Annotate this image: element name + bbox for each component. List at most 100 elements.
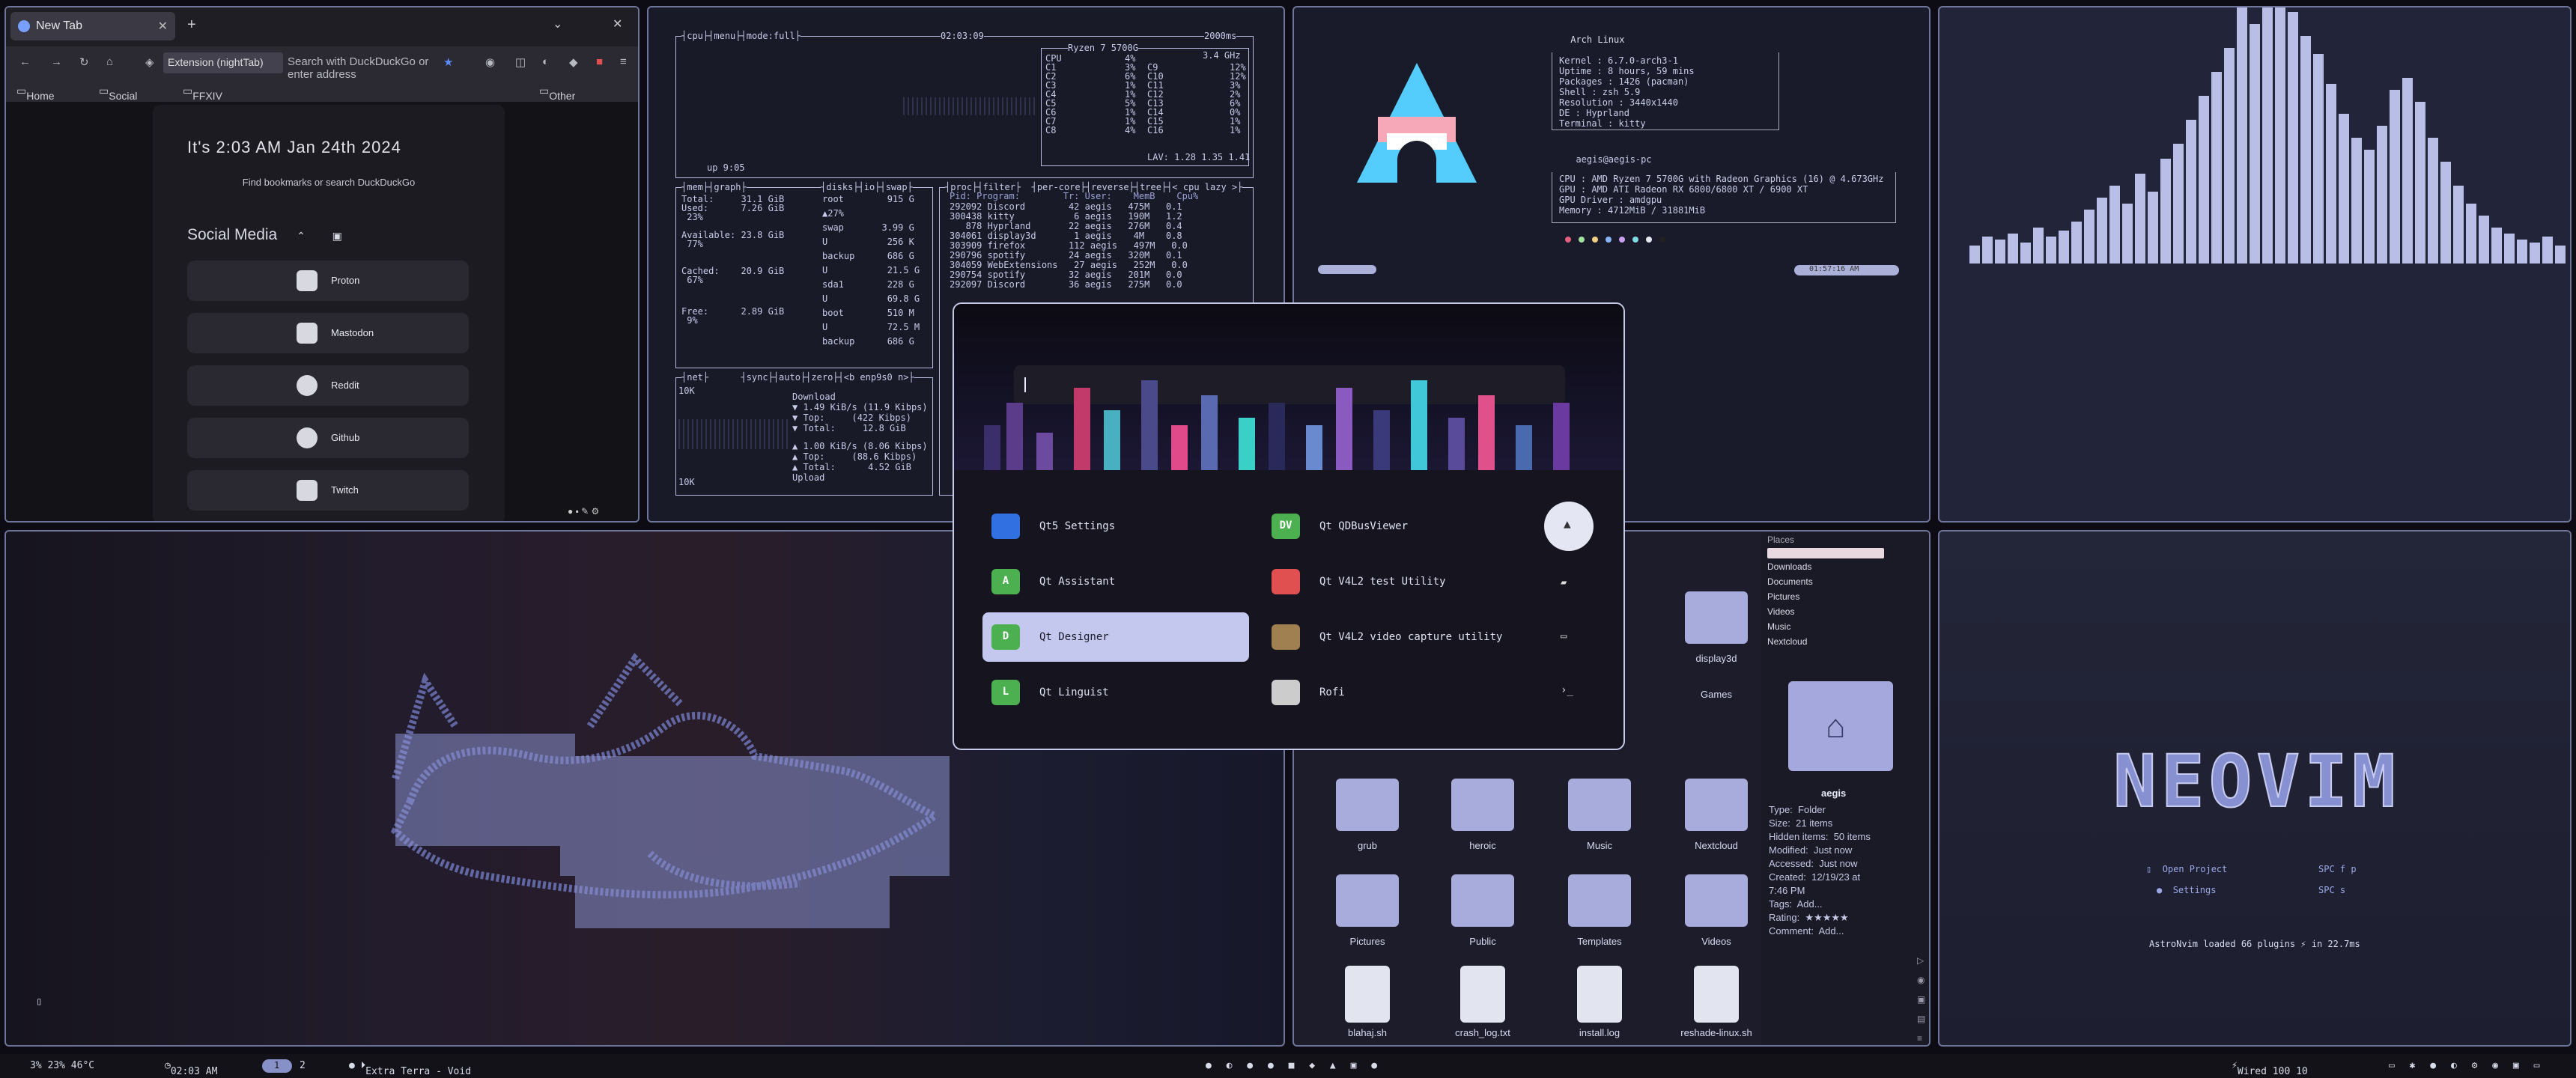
file-label[interactable]: Pictures [1311,936,1424,947]
vpn-icon[interactable]: ◐ [542,55,549,68]
media-player[interactable]: ● ⏵ Extra Terra - Void [349,1060,471,1077]
tray-icons[interactable]: ● ◐ ● ● ■ ◆ ▲ ▣ ● [1206,1060,1382,1071]
menu-icon[interactable]: ≡ [620,55,627,68]
link-mastodon[interactable]: Mastodon [187,313,469,353]
terminal-cursor[interactable]: ▯ [36,996,42,1008]
file-label[interactable]: Games [1660,689,1772,700]
forward-icon[interactable]: → [51,55,62,68]
file-label[interactable]: Nextcloud [1660,840,1772,851]
pocket-icon[interactable]: ◫ [515,55,526,69]
file-label[interactable]: Music [1543,840,1656,851]
collapse-icon[interactable]: ⌃ [297,230,306,242]
workspace-1[interactable]: 1 [262,1059,292,1073]
home-icon[interactable]: ⌂ [106,55,113,68]
file-label[interactable]: heroic [1427,840,1539,851]
folder-icon[interactable] [1568,779,1631,831]
building [1448,418,1465,470]
file-label[interactable]: Videos [1660,936,1772,947]
folder-icon[interactable] [1685,779,1748,831]
launcher-item[interactable]: D Qt Designer [982,612,1249,662]
folder-icon[interactable] [1451,874,1514,927]
launcher-item[interactable]: L Qt Linguist [982,668,1249,717]
bookmark-ffxiv[interactable]: ▭ FFXIV [183,85,222,102]
folder-icon[interactable] [1336,874,1399,927]
launcher-item[interactable]: DV Qt QDBusViewer [1263,502,1529,551]
other-bookmarks[interactable]: ▭ Other Bookmarks [539,85,601,114]
menu-settings[interactable]: ● Settings [2157,885,2216,895]
file-label[interactable]: reshade-linux.sh [1660,1027,1772,1038]
link-proton[interactable]: Proton [187,261,469,301]
net-tabs[interactable]: ┤net├ ┤sync├┤auto├┤zero├┤<b enp9s0 n>├ [681,373,914,383]
place-item[interactable]: Music [1767,621,1790,632]
file-label[interactable]: install.log [1543,1027,1656,1038]
system-stats[interactable]: 3% 23% 46°C [30,1060,94,1071]
group-menu-icon[interactable]: ▣ [332,230,342,242]
menu-open-project[interactable]: ▯ Open Project [2146,864,2227,874]
link-github[interactable]: Github [187,418,469,458]
link-reddit[interactable]: Reddit [187,365,469,406]
file-label[interactable]: grub [1311,840,1424,851]
addon-icon[interactable]: ■ [596,55,603,68]
file-icon[interactable] [1577,966,1622,1023]
place-item[interactable]: Documents [1767,576,1813,587]
url-input[interactable]: Search with DuckDuckGo or enter address [288,55,437,81]
close-tab-icon[interactable]: ✕ [158,19,168,34]
bookmark-home-server[interactable]: ▭ Home Server [16,85,57,114]
launcher-item[interactable]: A Qt Assistant [982,557,1249,606]
place-item[interactable]: Nextcloud [1767,636,1807,647]
tab-new-tab[interactable]: New Tab ✕ [10,12,175,40]
window-icon[interactable]: ▭ [1561,630,1567,642]
file-icon[interactable] [1460,966,1505,1023]
folder-icon[interactable]: ▰ [1561,576,1567,588]
search-hint[interactable]: Find bookmarks or search DuckDuckGo [153,177,505,188]
system-tray[interactable]: ▭ ✱ ● ◐ ⚙ ◉ ▣ ▭ [2389,1060,2544,1071]
file-label[interactable]: crash_log.txt [1427,1027,1539,1038]
bookmark-star-icon[interactable]: ★ [443,55,453,69]
launcher-item[interactable]: Qt V4L2 test Utility [1263,557,1529,606]
new-tab-icon[interactable]: + [187,16,196,34]
extension-pill[interactable]: Extension (nightTab) [163,52,283,73]
arch-button[interactable]: ▲ [1544,502,1594,551]
folder-icon[interactable] [1336,779,1399,831]
folder-icon[interactable] [1451,779,1514,831]
tab-cpu[interactable]: cpu [687,31,703,41]
ublock-icon[interactable]: ◆ [569,55,578,69]
shield-icon[interactable]: ◈ [145,55,154,69]
window-close-icon[interactable]: ✕ [613,16,622,31]
refresh-rate[interactable]: 2000ms [1204,31,1237,41]
launcher-item[interactable]: Rofi [1263,668,1529,717]
workspace-2[interactable]: 2 [300,1060,306,1071]
place-item[interactable]: Videos [1767,606,1794,617]
sidebar-toggle-icons[interactable]: ▷ ◉ ▣ ▤ ≡ [1917,951,1925,1045]
proc-row[interactable]: 292097 Discord 36 aegis 275M 0.0 [950,280,1182,290]
mem-tabs[interactable]: ┤mem├┤graph├ [681,183,747,192]
back-icon[interactable]: ← [19,55,31,68]
folder-icon[interactable] [1568,874,1631,927]
network-status[interactable]: ⚡ Wired 100 10 [2232,1060,2308,1077]
clock[interactable]: ◷ 02:03 AM [165,1060,217,1077]
tab-menu[interactable]: menu [714,31,735,41]
bookmark-social-media[interactable]: ▭ Social Media [99,85,137,114]
place-item[interactable]: Downloads [1767,561,1811,572]
file-label[interactable]: Templates [1543,936,1656,947]
file-icon[interactable] [1694,966,1739,1023]
extension-icon[interactable]: ◉ [485,55,495,69]
launcher-item[interactable]: Qt5 Settings [982,502,1249,551]
tab-list-icon[interactable]: ⌄ [553,16,562,31]
terminal-icon[interactable]: ›_ [1561,684,1573,696]
file-icon[interactable] [1345,966,1390,1023]
tab-mode[interactable]: mode:full [747,31,795,41]
disks-tabs[interactable]: ┤disks├┤io├┤swap├ [821,183,913,192]
file-label[interactable]: blahaj.sh [1311,1027,1424,1038]
file-label[interactable]: display3d [1660,653,1772,664]
file-label[interactable]: Public [1427,936,1539,947]
link-twitch[interactable]: Twitch [187,470,469,511]
nighttab-controls[interactable]: ● ▪ ✎ ⚙ [568,506,599,517]
folder-icon[interactable] [1685,874,1748,927]
place-selected-home[interactable] [1767,548,1884,558]
launcher-item[interactable]: Qt V4L2 video capture utility [1263,612,1529,662]
place-item[interactable]: Pictures [1767,591,1799,602]
cpu-tabs[interactable]: ┤cpu├┤menu├┤mode:full├ [681,31,801,41]
folder-icon[interactable] [1685,591,1748,644]
reload-icon[interactable]: ↻ [79,55,89,69]
